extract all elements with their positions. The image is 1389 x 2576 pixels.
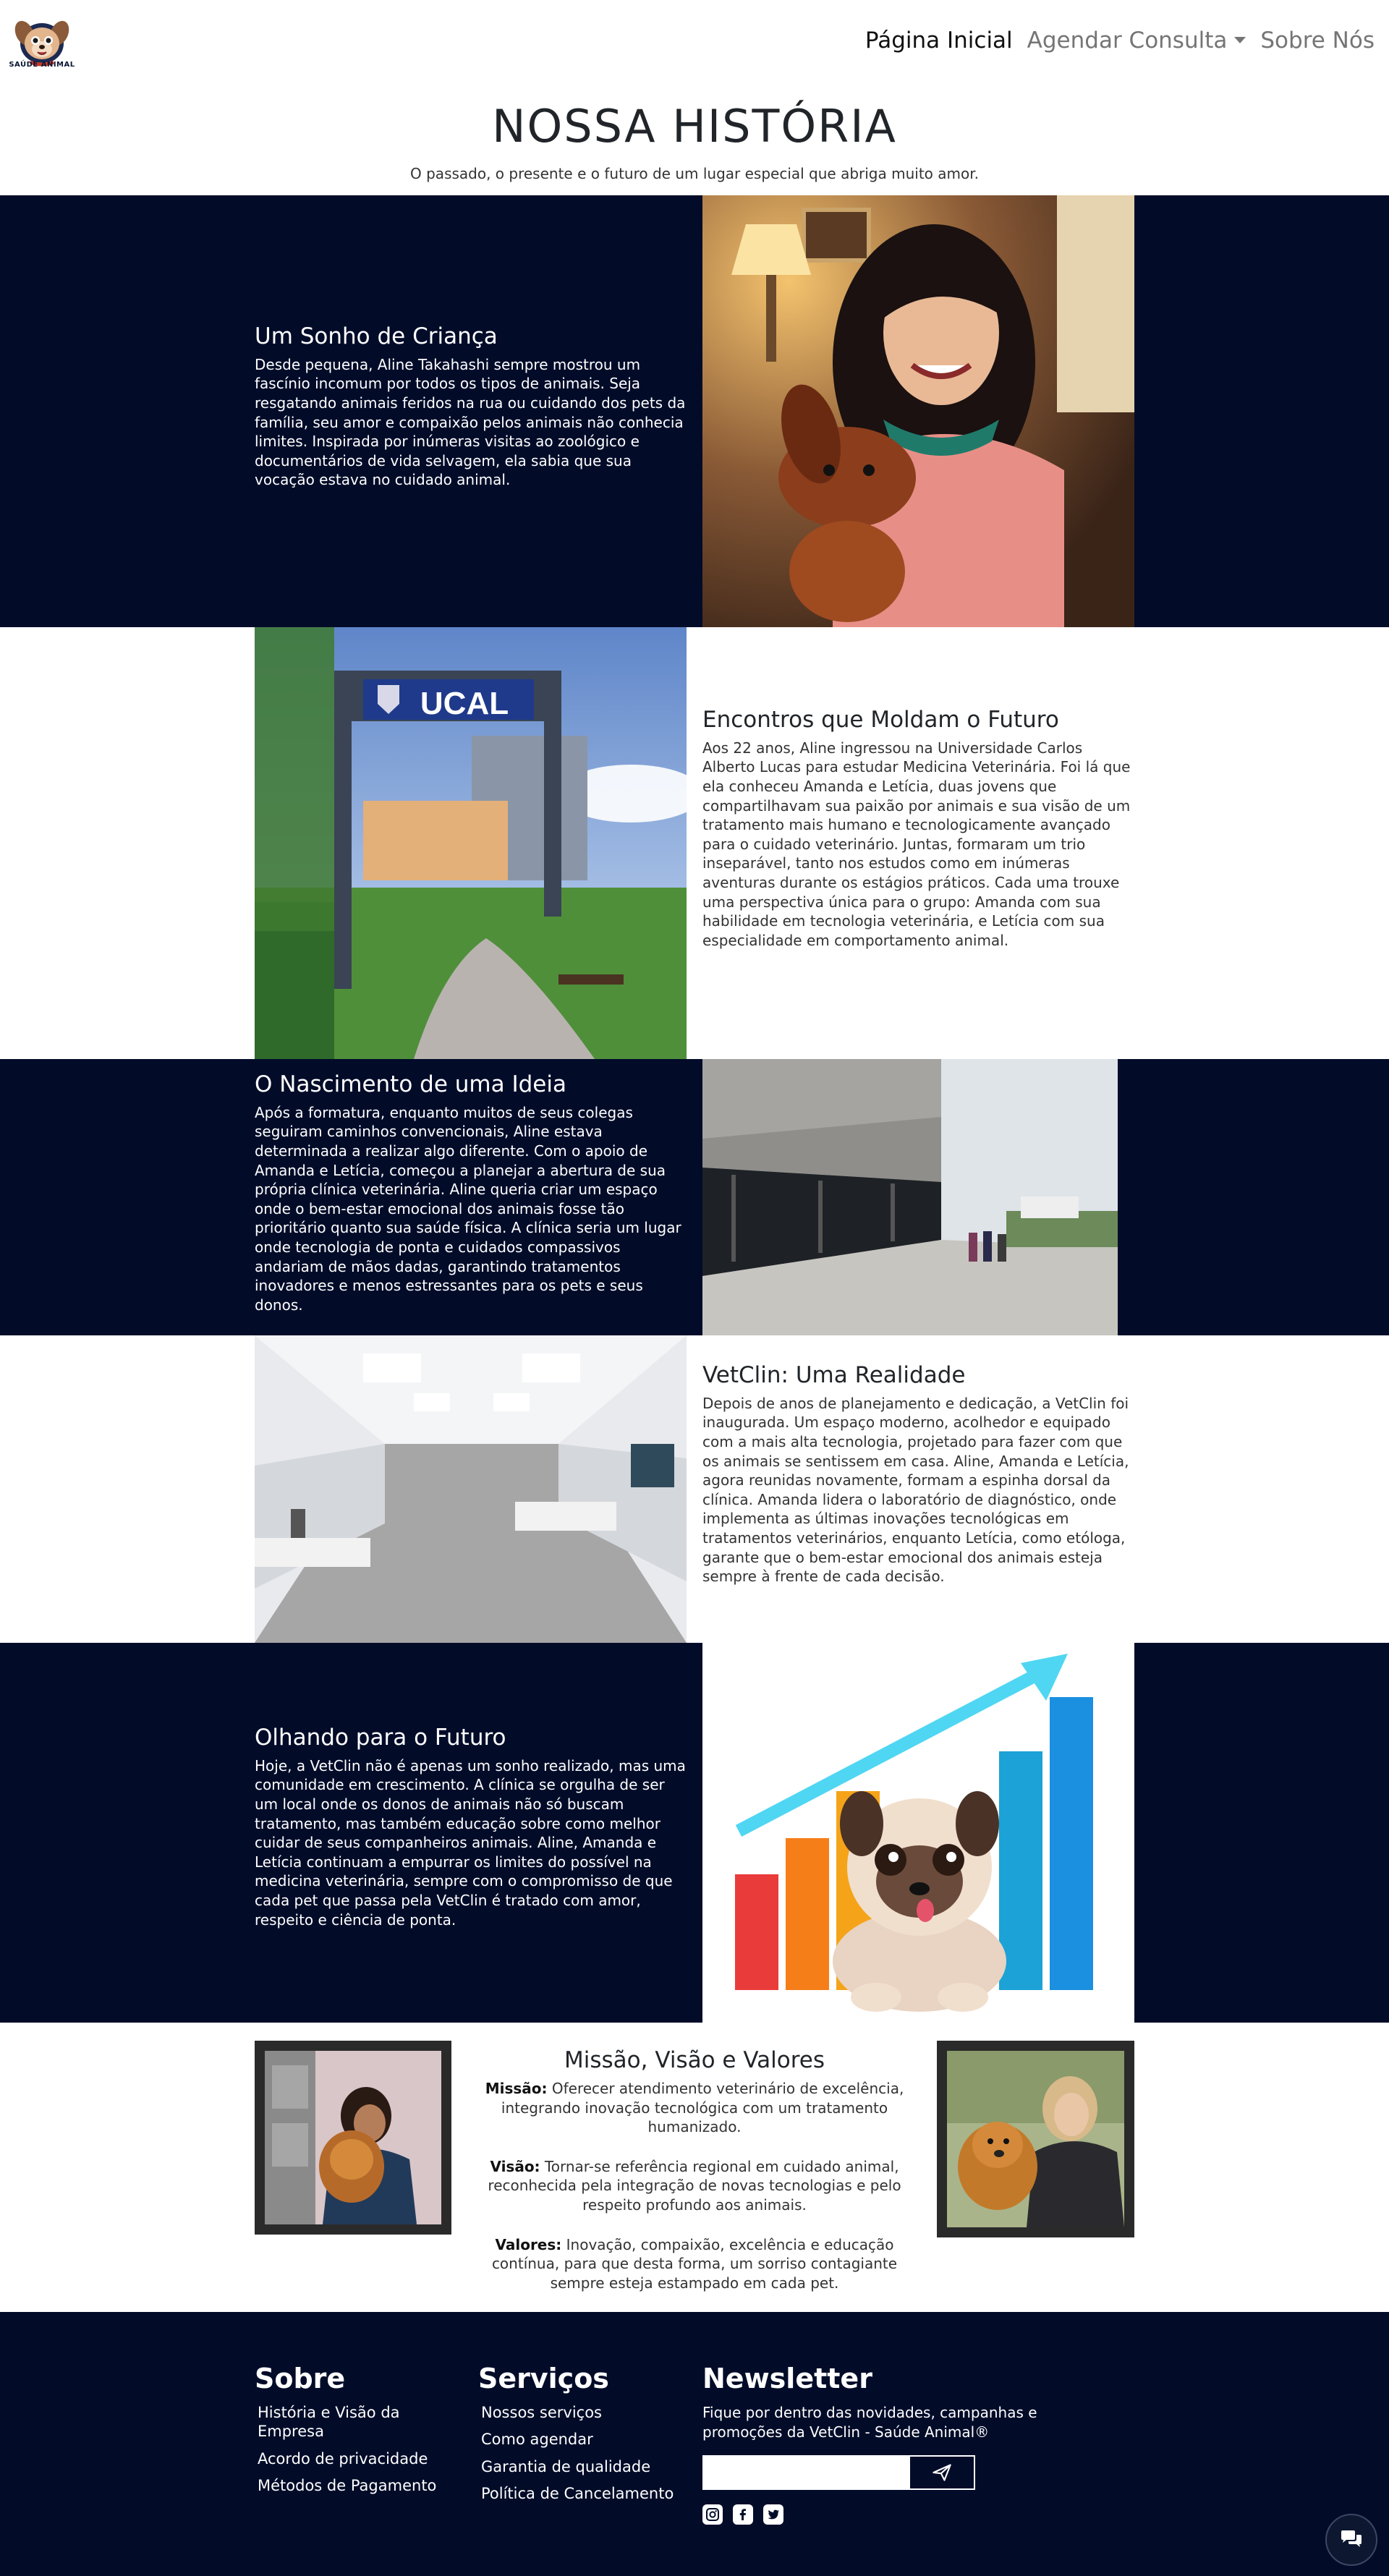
section-text: Após a formatura, enquanto muitos de seu… [255, 1103, 681, 1314]
vision-label: Visão: [490, 2157, 540, 2175]
mission-vision-values: Missão, Visão e Valores Missão: Oferecer… [476, 2047, 913, 2313]
story-section-idea: O Nascimento de uma Ideia Após a formatu… [0, 1059, 1389, 1335]
section-title: VetClin: Uma Realidade [702, 1362, 966, 1388]
page-title: NOSSA HISTÓRIA [492, 100, 897, 153]
story-text-block: Encontros que Moldam o Futuro Aos 22 ano… [702, 706, 1137, 950]
newsletter-form [702, 2455, 1079, 2490]
section-title: O Nascimento de uma Ideia [255, 1071, 566, 1097]
footer-heading-newsletter: Newsletter [702, 2363, 872, 2394]
girl-with-dog-photo [702, 195, 1134, 627]
section-title: Olhando para o Futuro [255, 1725, 506, 1751]
facebook-icon[interactable] [733, 2504, 753, 2525]
nav-link-schedule-dropdown[interactable]: Agendar Consulta [1020, 27, 1254, 54]
footer-link-history[interactable]: História e Visão da Empresa [255, 2403, 443, 2441]
newsletter-description: Fique por dentro das novidades, campanha… [702, 2404, 1037, 2441]
instagram-icon[interactable] [702, 2504, 723, 2525]
nav-link-home[interactable]: Página Inicial [858, 27, 1020, 54]
university-gate-photo: UCAL [255, 627, 687, 1059]
story-section-future: Olhando para o Futuro Hoje, a VetClin nã… [0, 1643, 1389, 2023]
mission-label: Missão: [485, 2080, 548, 2097]
footer-link-how-to-book[interactable]: Como agendar [478, 2430, 674, 2449]
vision-text: Visão: Tornar-se referência regional em … [476, 2157, 913, 2215]
footer-heading-about: Sobre [255, 2363, 346, 2394]
section-text: Aos 22 anos, Aline ingressou na Universi… [702, 739, 1131, 949]
story-section-meetings: UCAL Encontros que Moldam o Futuro Aos 2… [0, 627, 1389, 1059]
footer-link-cancellation[interactable]: Política de Cancelamento [478, 2484, 674, 2503]
footer-link-payment[interactable]: Métodos de Pagamento [255, 2476, 443, 2495]
footer-col-services: Serviços Nossos serviços Como agendar Ga… [478, 2363, 674, 2511]
photo-frame-left [255, 2041, 451, 2235]
story-text-block: Um Sonho de Criança Desde pequena, Aline… [255, 323, 689, 490]
chevron-down-icon [1234, 37, 1246, 43]
woman-with-golden-dog-photo [947, 2051, 1124, 2227]
send-icon [933, 2464, 951, 2481]
story-text-block: O Nascimento de uma Ideia Após a formatu… [255, 1071, 689, 1314]
laboratory-photo [255, 1335, 687, 1643]
photo-frame-right [937, 2041, 1134, 2237]
section-title: Encontros que Moldam o Futuro [702, 707, 1059, 733]
section-text: Depois de anos de planejamento e dedicaç… [702, 1394, 1129, 1586]
growth-chart-pug-illustration [702, 1643, 1134, 2023]
story-section-dream: Um Sonho de Criança Desde pequena, Aline… [0, 195, 1389, 627]
site-footer: Sobre História e Visão da Empresa Acordo… [0, 2312, 1389, 2576]
main-nav: Página Inicial Agendar Consulta Sobre Nó… [858, 27, 1382, 54]
twitter-icon[interactable] [763, 2504, 783, 2525]
values-text: Valores: Inovação, compaixão, excelência… [476, 2235, 913, 2293]
story-text-block: VetClin: Uma Realidade Depois de anos de… [702, 1361, 1137, 1586]
section-text: Desde pequena, Aline Takahashi sempre mo… [255, 355, 686, 489]
nav-link-about[interactable]: Sobre Nós [1253, 27, 1382, 54]
values-label: Valores: [495, 2235, 562, 2253]
navbar: SAÚDE ANIMAL Página Inicial Agendar Cons… [0, 0, 1389, 85]
brand-logo-text: SAÚDE ANIMAL [9, 61, 75, 69]
footer-col-about: Sobre História e Visão da Empresa Acordo… [255, 2363, 443, 2503]
newsletter-email-input[interactable] [702, 2455, 909, 2490]
chat-bubbles-icon [1341, 2530, 1362, 2547]
footer-link-privacy[interactable]: Acordo de privacidade [255, 2449, 443, 2468]
vet-with-dog-photo [265, 2051, 441, 2224]
ucal-sign-text: UCAL [420, 686, 509, 721]
chat-button[interactable] [1325, 2514, 1377, 2566]
nav-link-schedule-label: Agendar Consulta [1027, 27, 1228, 54]
mission-text: Missão: Oferecer atendimento veterinário… [476, 2079, 913, 2137]
mission-value: Oferecer atendimento veterinário de exce… [501, 2080, 904, 2136]
mvv-title: Missão, Visão e Valores [564, 2047, 825, 2073]
social-links [702, 2504, 1079, 2525]
story-section-reality: VetClin: Uma Realidade Depois de anos de… [0, 1335, 1389, 1643]
section-text: Hoje, a VetClin não é apenas um sonho re… [255, 1756, 686, 1929]
footer-link-services[interactable]: Nossos serviços [478, 2403, 674, 2422]
page-subtitle: O passado, o presente e o futuro de um l… [410, 165, 979, 182]
story-text-block: Olhando para o Futuro Hoje, a VetClin nã… [255, 1724, 689, 1929]
section-title: Um Sonho de Criança [255, 323, 498, 349]
modern-building-photo [702, 1059, 1118, 1335]
footer-col-newsletter: Newsletter Fique por dentro das novidade… [702, 2363, 1079, 2525]
newsletter-submit-button[interactable] [909, 2455, 975, 2490]
footer-heading-services: Serviços [478, 2363, 609, 2394]
footer-link-quality[interactable]: Garantia de qualidade [478, 2457, 674, 2476]
vision-value: Tornar-se referência regional em cuidado… [488, 2157, 901, 2214]
